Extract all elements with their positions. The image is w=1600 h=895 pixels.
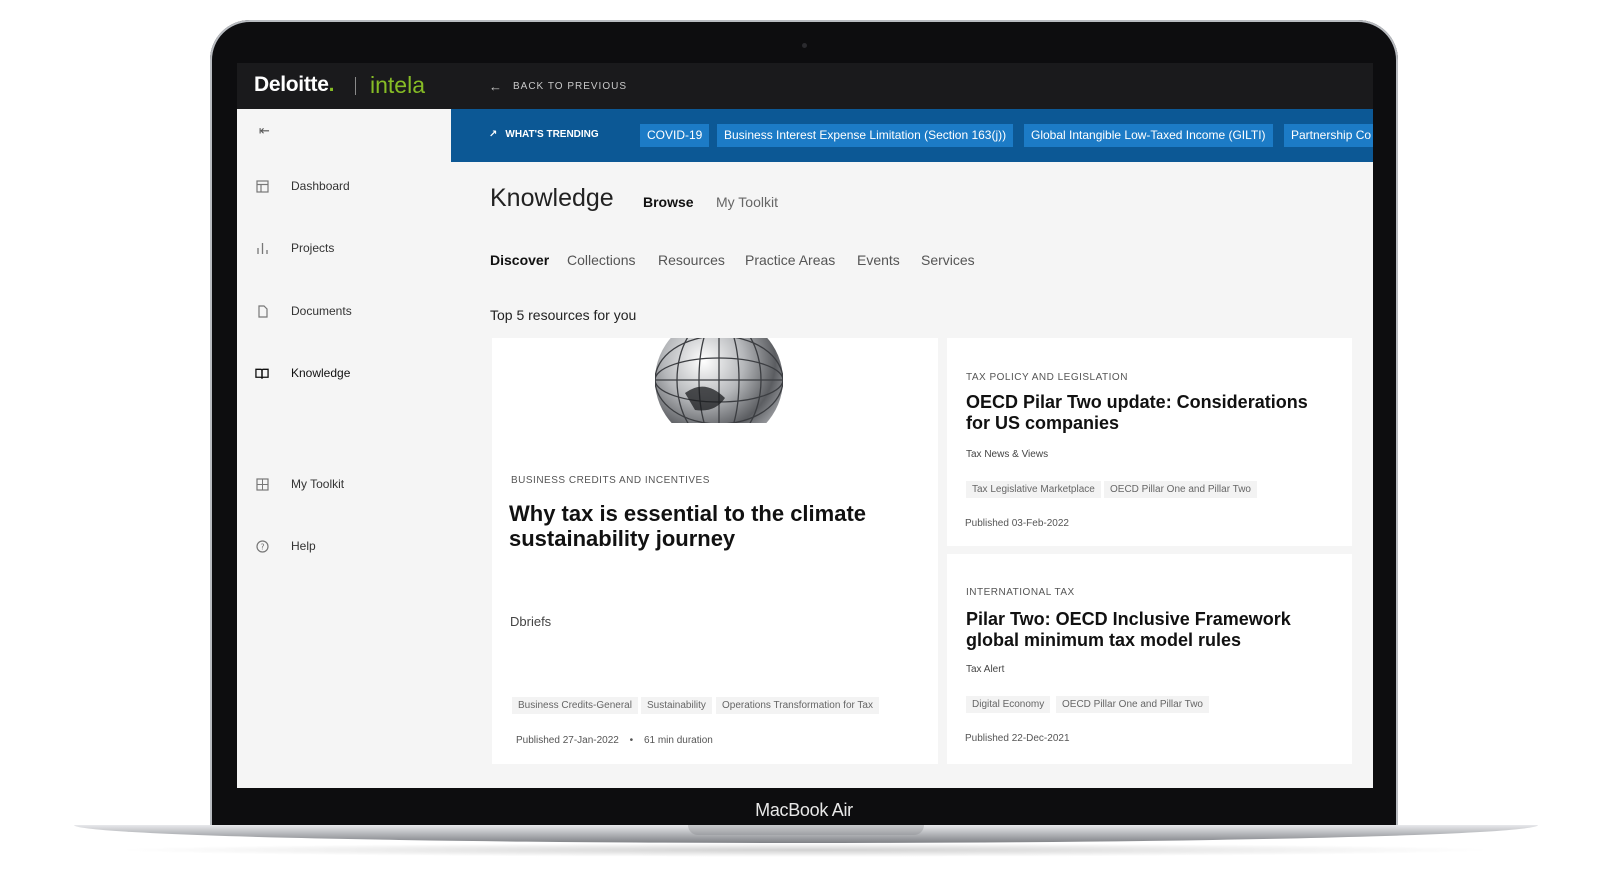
collapse-sidebar-icon[interactable]: ⇤: [259, 123, 270, 139]
card-tag[interactable]: OECD Pillar One and Pillar Two: [1056, 696, 1209, 713]
card-published: Published 22-Dec-2021: [965, 733, 1070, 744]
sidebar-item-documents[interactable]: Documents: [255, 304, 352, 318]
sidebar-item-label: My Toolkit: [291, 477, 345, 491]
help-icon: ?: [255, 539, 269, 553]
laptop-shadow: [110, 843, 1500, 857]
card-source: Tax News & Views: [966, 449, 1049, 460]
brand-divider: [355, 77, 356, 95]
dashboard-icon: [255, 179, 269, 193]
card-source: Dbriefs: [510, 614, 552, 629]
arrow-left-icon: ←: [489, 79, 503, 94]
card-published: Published 27-Jan-2022 • 61 min duration: [516, 735, 713, 746]
screen: Deloitte. intela ← BACK TO PREVIOUS ⇤ Da…: [237, 63, 1373, 788]
sidebar-item-label: Dashboard: [291, 179, 350, 193]
brand-logo[interactable]: Deloitte.: [254, 73, 334, 97]
card-category: BUSINESS CREDITS AND INCENTIVES: [511, 475, 710, 486]
camera: [802, 43, 807, 48]
card-tag[interactable]: Sustainability: [641, 697, 712, 714]
back-button[interactable]: ← BACK TO PREVIOUS: [489, 79, 627, 94]
resource-card[interactable]: TAX POLICY AND LEGISLATION OECD Pilar Tw…: [947, 338, 1352, 546]
main-content: Knowledge Browse My Toolkit Discover Col…: [451, 162, 1373, 788]
top-bar: Deloitte. intela ← BACK TO PREVIOUS: [237, 63, 1373, 109]
sidebar-item-knowledge[interactable]: Knowledge: [255, 366, 350, 380]
subtab-collections[interactable]: Collections: [567, 252, 635, 268]
trending-up-icon: ↗: [489, 129, 498, 140]
book-icon: [255, 366, 269, 380]
sidebar-item-my-toolkit[interactable]: My Toolkit: [255, 477, 344, 491]
device-label: MacBook Air: [755, 800, 853, 820]
document-icon: [255, 304, 269, 318]
sidebar-item-label: Knowledge: [291, 366, 351, 380]
trending-chip[interactable]: Partnership Co: [1284, 124, 1373, 147]
card-published: Published 03-Feb-2022: [965, 518, 1069, 529]
card-category: INTERNATIONAL TAX: [966, 587, 1075, 598]
page-title: Knowledge: [490, 184, 614, 212]
trending-chip[interactable]: Business Interest Expense Limitation (Se…: [717, 124, 1014, 147]
trending-chip[interactable]: Global Intangible Low-Taxed Income (GILT…: [1024, 124, 1273, 147]
subtab-resources[interactable]: Resources: [658, 252, 725, 268]
tab-browse[interactable]: Browse: [643, 194, 694, 210]
trending-label: ↗ WHAT'S TRENDING: [489, 129, 599, 140]
sidebar-item-label: Projects: [291, 241, 335, 255]
resource-card[interactable]: INTERNATIONAL TAX Pilar Two: OECD Inclus…: [947, 554, 1352, 764]
card-title[interactable]: Pilar Two: OECD Inclusive Framework glob…: [966, 609, 1336, 650]
globe-image: [655, 338, 783, 423]
tab-my-toolkit[interactable]: My Toolkit: [716, 194, 778, 210]
sidebar-item-label: Documents: [291, 304, 352, 318]
subtab-practice-areas[interactable]: Practice Areas: [745, 252, 835, 268]
card-title[interactable]: Why tax is essential to the climate sust…: [509, 501, 909, 552]
svg-text:?: ?: [260, 542, 264, 551]
card-tag[interactable]: Digital Economy: [966, 696, 1051, 713]
subtab-discover[interactable]: Discover: [490, 252, 549, 268]
card-tag[interactable]: Tax Legislative Marketplace: [966, 481, 1101, 498]
subtab-events[interactable]: Events: [857, 252, 900, 268]
trending-bar: ↗ WHAT'S TRENDING COVID-19 Business Inte…: [451, 109, 1373, 162]
laptop-notch: [688, 825, 924, 835]
sidebar: ⇤ Dashboard Projects Documents Knowledge…: [237, 109, 452, 788]
section-heading: Top 5 resources for you: [490, 307, 637, 323]
back-label: BACK TO PREVIOUS: [513, 81, 627, 92]
card-tag[interactable]: OECD Pillar One and Pillar Two: [1104, 481, 1257, 498]
card-tag[interactable]: Operations Transformation for Tax: [716, 697, 879, 714]
sidebar-item-label: Help: [291, 539, 316, 553]
sidebar-item-dashboard[interactable]: Dashboard: [255, 179, 350, 193]
trending-chip[interactable]: COVID-19: [640, 124, 710, 147]
card-title[interactable]: OECD Pilar Two update: Considerations fo…: [966, 392, 1336, 433]
toolkit-icon: [255, 477, 269, 491]
product-name: intela: [370, 72, 425, 98]
sidebar-item-projects[interactable]: Projects: [255, 241, 334, 255]
card-source: Tax Alert: [966, 664, 1005, 675]
card-tag[interactable]: Business Credits-General: [512, 697, 638, 714]
bar-chart-icon: [255, 241, 269, 255]
resource-card-featured[interactable]: BUSINESS CREDITS AND INCENTIVES Why tax …: [492, 338, 938, 764]
card-category: TAX POLICY AND LEGISLATION: [966, 372, 1128, 383]
subtab-services[interactable]: Services: [921, 252, 975, 268]
sidebar-item-help[interactable]: ? Help: [255, 539, 316, 553]
